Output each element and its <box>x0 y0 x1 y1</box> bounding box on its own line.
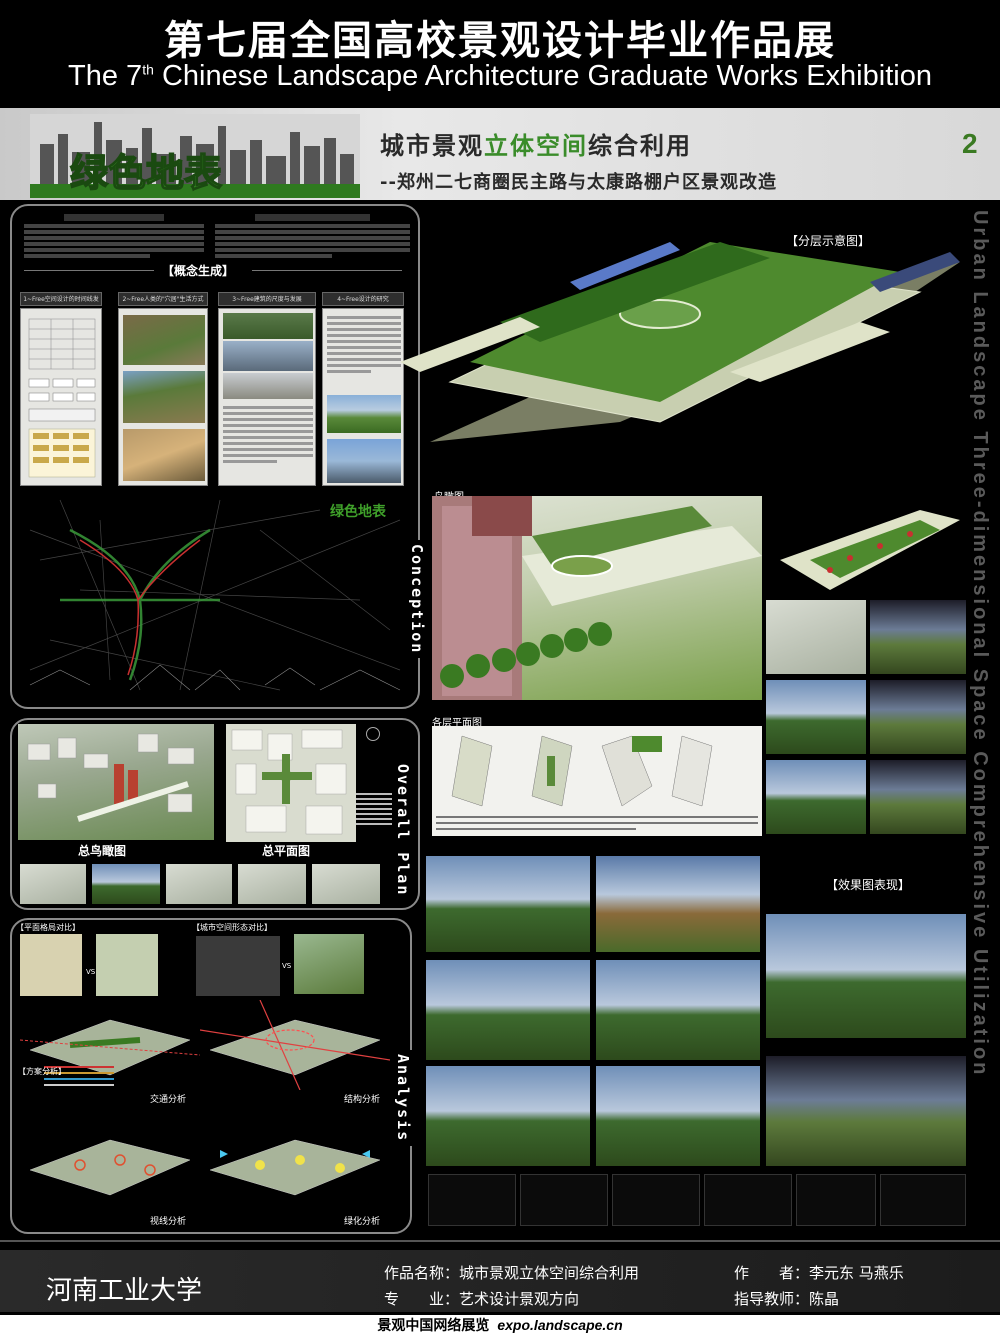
authors: 作 者：李元东 马燕乐 <box>734 1264 904 1282</box>
exhibition-title-en: The 7th Chinese Landscape Architecture G… <box>68 60 932 92</box>
structure-analysis-diagram <box>200 1000 390 1090</box>
analysis-compare-label-2: 【城市空间形态对比】 <box>192 923 272 932</box>
wireframe-sketch-3 <box>612 1174 700 1226</box>
site-overview-graphic <box>780 510 960 590</box>
effect-render-3 <box>426 960 590 1060</box>
effect-render-5 <box>766 914 966 1038</box>
overall-thumb-1 <box>20 864 86 904</box>
site-plan-legend <box>356 790 392 840</box>
effect-renders-label: 【效果图表现】 <box>826 878 911 892</box>
project-banner: 绿色地表 城市景观立体空间综合利用 --郑州二七商圈民主路与太康路棚户区景观改造… <box>0 108 1000 200</box>
aerial-buildings-graphic <box>27 733 195 822</box>
wireframe-sketch-5 <box>796 1174 876 1226</box>
source-url[interactable]: expo.landscape.cn <box>497 1317 622 1333</box>
vs-text-2: VS <box>282 962 292 970</box>
exhibition-title-cn: 第七届全国高校景观设计毕业作品展 <box>164 18 836 64</box>
traffic-analysis-caption: 交通分析 <box>150 1095 187 1105</box>
bird-view-graphic <box>432 496 762 700</box>
overall-thumb-2 <box>92 864 160 904</box>
concept-heading: 【概念生成】 <box>162 264 235 278</box>
site-overview-render <box>770 500 962 596</box>
floor-plans-panel <box>432 726 762 836</box>
layer-diagram-label: 【分层示意图】 <box>786 234 871 248</box>
effect-render-8 <box>766 1056 966 1166</box>
structure-analysis-caption: 结构分析 <box>344 1095 381 1105</box>
concept-column-2-header: 2~Free人类的"穴居"生活方式 <box>118 292 208 306</box>
vs-text-1: VS <box>86 968 96 976</box>
scheme-analysis-label: 【方案分析】 <box>18 1067 66 1076</box>
bird-view-render <box>432 496 762 700</box>
sightline-analysis-caption: 视线分析 <box>150 1217 187 1227</box>
concept-divider <box>24 270 154 271</box>
site-plan-graphic <box>231 729 347 835</box>
hillside-village-photo <box>123 371 205 423</box>
overall-thumb-3 <box>166 864 232 904</box>
effect-render-6 <box>426 1066 590 1166</box>
overall-plan-caption: 总平面图 <box>262 844 311 858</box>
source-bar: 景观中国网络展览 expo.landscape.cn <box>0 1315 1000 1333</box>
cave-dwelling-photo <box>123 315 205 365</box>
compass-icon <box>366 727 380 741</box>
space-compare-after <box>294 934 364 994</box>
detail-render-2 <box>870 600 966 674</box>
skyline-logo-image: 绿色地表 <box>30 114 360 198</box>
overall-aerial-render <box>18 724 214 840</box>
effect-render-7 <box>596 1066 760 1166</box>
greening-analysis-caption: 绿化分析 <box>344 1217 381 1227</box>
concept-column-1-header: 1~Free空间设计的时间线发展 <box>20 292 102 316</box>
overall-thumb-4 <box>238 864 306 904</box>
sightline-analysis-diagram <box>29 1139 191 1196</box>
effect-render-2 <box>596 856 760 952</box>
poster-header: 第七届全国高校景观设计毕业作品展 The 7th Chinese Landsca… <box>0 0 1000 102</box>
wireframe-sketch-1 <box>428 1174 516 1226</box>
school-name: 河南工业大学 <box>46 1276 203 1306</box>
space-compare-before <box>196 936 280 996</box>
poster-footer: 河南工业大学 作品名称：城市景观立体空间综合利用 作 者：李元东 马燕乐 专 业… <box>0 1240 1000 1333</box>
effect-render-4 <box>596 960 760 1060</box>
concept-tab: Conception <box>408 540 426 659</box>
analysis-compare-label-1: 【平面格局对比】 <box>16 923 80 932</box>
concept-road-network-map: 绿色地表 <box>29 499 401 691</box>
floor-plans-graphic <box>436 735 758 830</box>
wireframe-sketch-2 <box>520 1174 608 1226</box>
effect-render-1 <box>426 856 590 952</box>
greening-analysis-diagram <box>209 1139 381 1196</box>
major: 专 业：艺术设计景观方向 <box>384 1290 580 1308</box>
page-number: 2 <box>962 128 978 159</box>
terraced-cliff-photo <box>123 429 205 481</box>
plan-compare-after <box>96 934 158 996</box>
layered-exploded-diagram <box>400 242 960 442</box>
source-name: 景观中国网络展览 <box>377 1318 490 1333</box>
overall-plan-tab: Overall Plan <box>394 760 412 901</box>
concept-column-1-table <box>20 308 102 486</box>
overall-aerial-caption: 总鸟瞰图 <box>78 844 127 858</box>
vertical-side-title: Urban Landscape Three-dimensional Space … <box>969 210 991 1078</box>
analysis-tab: Analysis <box>394 1050 412 1147</box>
plan-compare-before <box>20 934 82 996</box>
detail-render-3 <box>766 680 866 754</box>
concept-column-2-photos <box>118 308 208 486</box>
svg-text:绿色地表: 绿色地表 <box>70 151 222 195</box>
project-subtitle: --郑州二七商圈民主路与太康路棚户区景观改造 <box>380 172 777 193</box>
overall-site-plan <box>226 724 356 842</box>
work-name: 作品名称：城市景观立体空间综合利用 <box>384 1264 640 1282</box>
concept-intro-text-left <box>24 214 204 266</box>
svg-text:绿色地表: 绿色地表 <box>330 503 387 520</box>
wireframe-sketch-4 <box>704 1174 792 1226</box>
detail-render-1 <box>766 600 866 674</box>
overall-thumb-5 <box>312 864 380 904</box>
advisor: 指导教师：陈晶 <box>734 1290 840 1308</box>
project-title: 城市景观立体空间综合利用 <box>380 132 692 160</box>
timeline-table-graphic <box>28 318 96 478</box>
detail-render-5 <box>766 760 866 834</box>
footer-info-band: 河南工业大学 作品名称：城市景观立体空间综合利用 作 者：李元东 马燕乐 专 业… <box>0 1250 1000 1312</box>
detail-render-6 <box>870 760 966 834</box>
detail-render-4 <box>870 680 966 754</box>
wireframe-sketch-6 <box>880 1174 966 1226</box>
